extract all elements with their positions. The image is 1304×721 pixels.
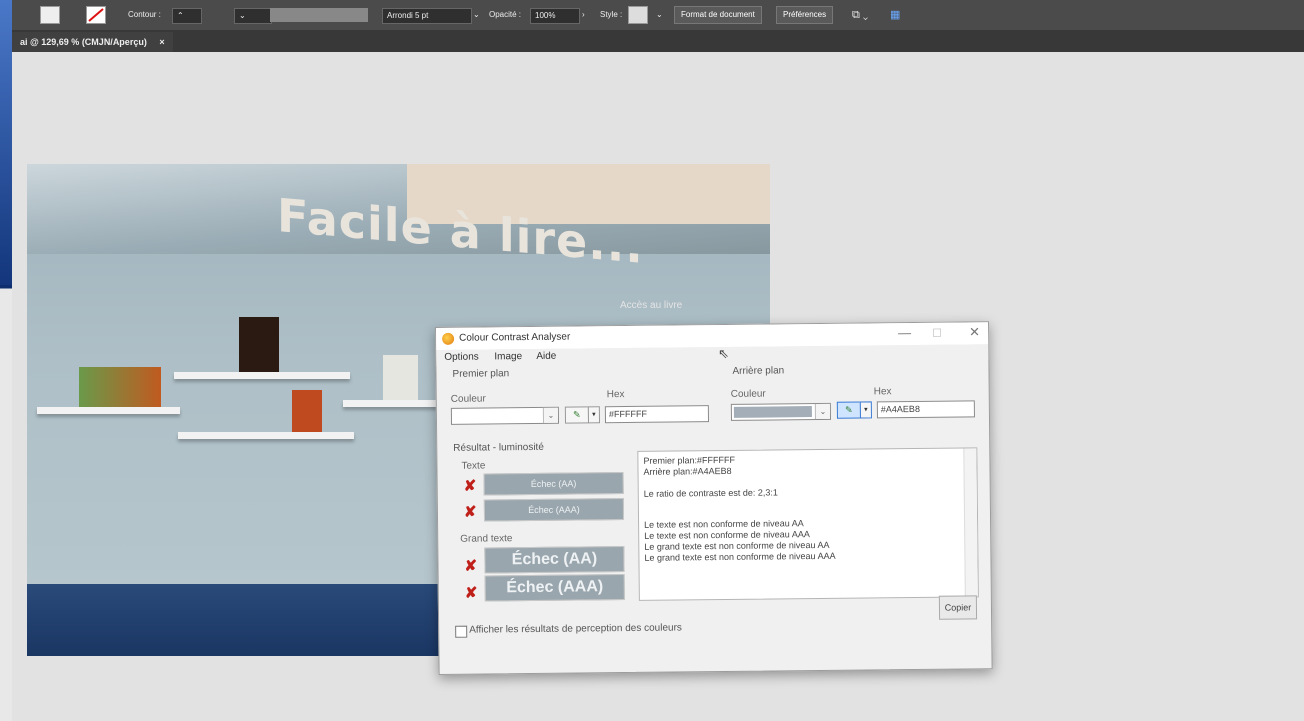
stroke-swatch[interactable] <box>86 6 106 24</box>
menu-help[interactable]: Aide <box>536 351 556 362</box>
report-line: Le ratio de contraste est de: 2,3:1 <box>643 487 778 499</box>
report-line: Arrière plan:#A4AEB8 <box>643 465 732 477</box>
style-label: Style : <box>600 10 623 19</box>
book <box>383 355 418 400</box>
photo-subtitle: Accès au livre <box>620 300 683 311</box>
background-group-label: Arrière plan <box>732 365 785 377</box>
eyedropper-icon: ✎ <box>836 401 861 419</box>
foreground-hex-input[interactable]: #FFFFFF <box>604 405 710 424</box>
arrange-icon[interactable]: ⧉ ⌄ <box>848 8 872 22</box>
fail-cross-icon: ✘ <box>464 584 478 602</box>
menu-image[interactable]: Image <box>494 351 522 362</box>
results-group-label: Résultat - luminosité <box>453 441 544 454</box>
app-icon <box>442 332 455 345</box>
brush-dropdown[interactable]: Arrondi 5 pt <box>382 8 472 24</box>
copy-button[interactable]: Copier <box>938 595 978 620</box>
results-report[interactable]: Premier plan:#FFFFFF Arrière plan:#A4AEB… <box>637 447 979 601</box>
fill-swatch[interactable] <box>40 6 60 24</box>
perception-checkbox[interactable] <box>455 625 468 638</box>
document-tab-bar: ai @ 129,69 % (CMJN/Aperçu) × <box>12 30 1304 52</box>
style-dropdown-icon[interactable]: ⌄ <box>652 8 667 22</box>
opacity-label: Opacité : <box>489 10 522 19</box>
chevron-down-icon: ⌄ <box>814 403 830 420</box>
foreground-eyedropper[interactable]: ✎ ▾ <box>564 406 601 424</box>
foreground-color-label: Couleur <box>450 393 486 405</box>
background-color-select[interactable]: ⌄ <box>730 402 831 421</box>
background-color-swatch <box>733 406 812 418</box>
fail-cross-icon: ✘ <box>464 557 478 575</box>
text-aa-result: Échec (AA) <box>483 472 624 496</box>
opacity-input[interactable]: 100% <box>530 8 580 24</box>
fail-cross-icon: ✘ <box>463 503 477 521</box>
window-title: Colour Contrast Analyser <box>459 331 571 344</box>
menu-options[interactable]: Options <box>444 352 479 363</box>
background-hex-label: Hex <box>873 386 892 398</box>
chevron-down-icon: ⌄ <box>542 407 559 423</box>
report-line: Le grand texte est non conforme de nivea… <box>644 550 836 563</box>
stroke-style-label: Arrondi 5 pt <box>387 11 429 20</box>
preferences-button[interactable]: Préférences <box>776 6 834 24</box>
stroke-weight-stepper[interactable]: ⌃ <box>172 8 202 24</box>
foreground-color-swatch <box>453 409 540 422</box>
book <box>79 367 161 407</box>
fail-cross-icon: ✘ <box>463 477 477 495</box>
control-bar: Contour : ⌃ ⌄ Arrondi 5 pt ⌄ Opacité : 1… <box>12 0 1304 30</box>
large-text-aaa-result: Échec (AAA) <box>484 574 625 602</box>
stroke-weight-dropdown[interactable]: ⌄ <box>234 8 272 24</box>
book <box>239 317 279 372</box>
cca-window: Colour Contrast Analyser — ☐ ✕ Options I… <box>435 321 993 675</box>
large-text-results-label: Grand texte <box>460 533 513 545</box>
background-hex-input[interactable]: #A4AEB8 <box>876 400 975 419</box>
contour-label: Contour : <box>128 10 161 19</box>
text-results-label: Texte <box>461 460 486 472</box>
mouse-cursor-icon: ⇖ <box>718 346 729 361</box>
large-text-aa-result: Échec (AA) <box>484 546 625 574</box>
shelf <box>37 407 180 414</box>
maximize-icon[interactable]: ☐ <box>932 327 942 340</box>
dropdown-arrow-icon: ▾ <box>587 406 601 424</box>
no-stroke-icon <box>88 8 104 22</box>
report-scrollbar[interactable] <box>963 448 978 597</box>
text-aaa-result: Échec (AAA) <box>483 498 625 522</box>
document-tab-title: ai @ 129,69 % (CMJN/Aperçu) <box>20 37 147 47</box>
foreground-color-select[interactable]: ⌄ <box>450 406 560 425</box>
background-eyedropper[interactable]: ✎ ▾ <box>836 401 872 419</box>
close-icon[interactable]: ✕ <box>969 324 980 340</box>
foreground-hex-label: Hex <box>606 389 625 401</box>
dropdown-arrow-icon: ▾ <box>859 401 872 419</box>
background-color-label: Couleur <box>730 388 766 400</box>
shelf <box>174 372 350 379</box>
document-format-button[interactable]: Format de document <box>674 6 762 24</box>
style-swatch[interactable] <box>628 6 648 24</box>
variable-width-profile[interactable] <box>270 8 368 22</box>
calendar-icon[interactable]: ▦ <box>886 8 904 22</box>
perception-checkbox-label: Afficher les résultats de perception des… <box>469 622 682 636</box>
brush-dropdown-arrow-icon[interactable]: ⌄ <box>469 8 484 22</box>
book <box>292 390 322 432</box>
minimize-icon[interactable]: — <box>898 325 911 340</box>
eyedropper-icon: ✎ <box>564 406 590 424</box>
foreground-group-label: Premier plan <box>452 368 510 380</box>
document-tab[interactable]: ai @ 129,69 % (CMJN/Aperçu) × <box>12 32 173 52</box>
shelf <box>178 432 354 439</box>
opacity-expand-icon[interactable]: › <box>578 8 589 22</box>
close-tab-icon[interactable]: × <box>159 37 164 47</box>
